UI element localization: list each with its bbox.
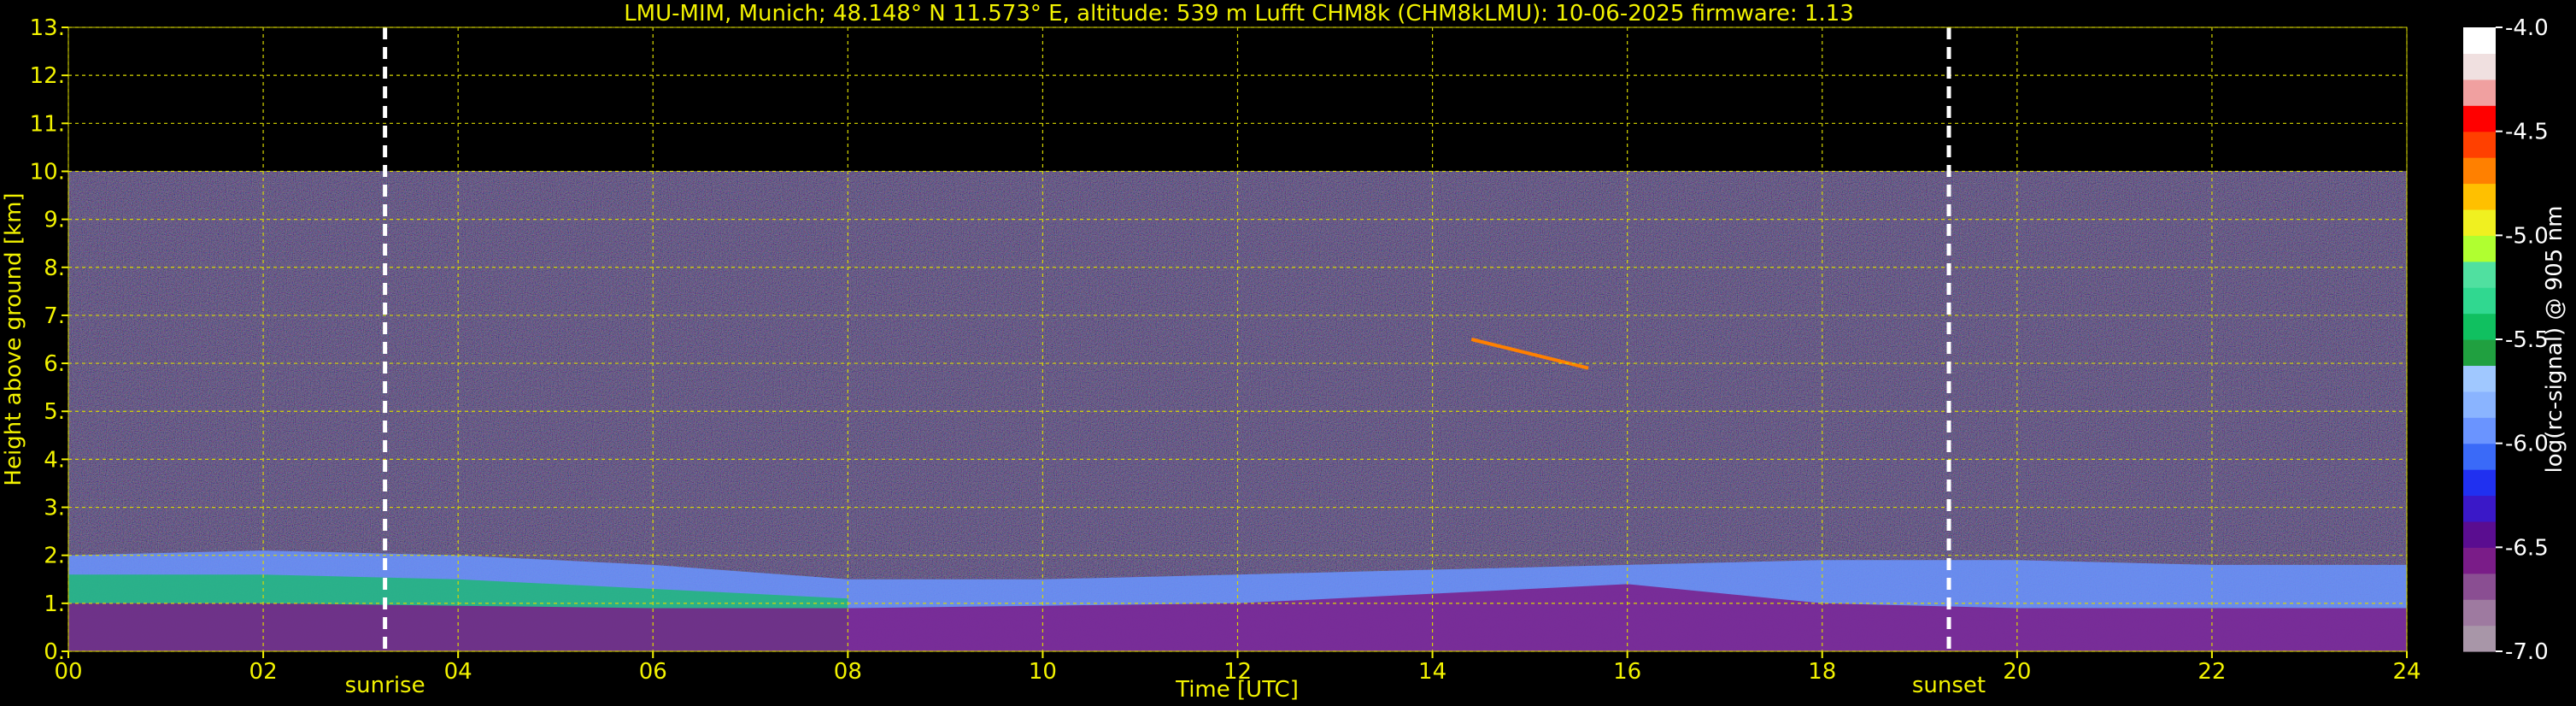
y-tick-label: 9.	[44, 208, 65, 233]
colorbar-segment	[2463, 391, 2496, 418]
x-tick-label: 20	[2003, 659, 2031, 685]
colorbar: -4.0-4.5-5.0-5.5-6.0-6.5-7.0	[2463, 15, 2549, 665]
colorbar-segment	[2463, 157, 2496, 185]
colorbar-segment	[2463, 495, 2496, 522]
y-tick-label: 6.	[44, 351, 65, 377]
colorbar-segment	[2463, 79, 2496, 106]
colorbar-segment	[2463, 27, 2496, 55]
colorbar-segment	[2463, 625, 2496, 652]
y-tick-label: 5.	[44, 399, 65, 425]
y-tick-label: 3.	[44, 496, 65, 521]
colorbar-segment	[2463, 547, 2496, 574]
x-tick-label: 10	[1029, 659, 1057, 685]
colorbar-segment	[2463, 313, 2496, 340]
x-axis-label: Time [UTC]	[1175, 677, 1299, 703]
y-tick-label: 11.	[30, 111, 65, 137]
colorbar-segment	[2463, 183, 2496, 210]
colorbar-segment	[2463, 365, 2496, 392]
colorbar-segment	[2463, 131, 2496, 158]
x-tick-label: 14	[1418, 659, 1446, 685]
y-axis-label: Height above ground [km]	[1, 192, 26, 485]
chart-title: LMU-MIM, Munich; 48.148° N 11.573° E, al…	[624, 1, 1854, 26]
y-tick-label: 13.	[30, 15, 65, 41]
colorbar-label: log(rc-signal) @ 905 nm	[2542, 206, 2567, 474]
ceilometer-chart: LMU-MIM, Munich; 48.148° N 11.573° E, al…	[1, 1, 2567, 703]
y-tick-label: 0.	[44, 639, 65, 665]
colorbar-segment	[2463, 105, 2496, 132]
y-tick-label: 10.	[30, 159, 65, 185]
plot-area: sunrise sunset	[67, 26, 2408, 698]
y-tick-label: 1.	[44, 591, 65, 617]
colorbar-segment	[2463, 339, 2496, 367]
colorbar-tick-label: -4.5	[2505, 120, 2549, 145]
x-tick-label: 24	[2392, 659, 2421, 685]
x-tick-label: 22	[2198, 659, 2226, 685]
colorbar-segment	[2463, 521, 2496, 548]
colorbar-segment	[2463, 53, 2496, 80]
x-tick-label: 18	[1808, 659, 1836, 685]
x-tick-label: 04	[444, 659, 472, 685]
colorbar-tick-label: -4.0	[2505, 15, 2549, 41]
colorbar-segment	[2463, 443, 2496, 470]
x-tick-label: 06	[639, 659, 667, 685]
y-tick-label: 12.	[30, 63, 65, 89]
colorbar-segment	[2463, 261, 2496, 288]
colorbar-tick-label: -7.0	[2505, 639, 2549, 665]
y-tick-label: 8.	[44, 256, 65, 281]
colorbar-segment	[2463, 417, 2496, 444]
y-tick-label: 7.	[44, 303, 65, 329]
sunset-label: sunset	[1912, 673, 1986, 698]
colorbar-segment	[2463, 235, 2496, 262]
y-tick-label: 4.	[44, 447, 65, 473]
colorbar-segment	[2463, 209, 2496, 236]
x-tick-label: 16	[1613, 659, 1641, 685]
y-axis-ticks: 0. 1. 2. 3. 4. 5. 6. 7. 8. 9. 10. 11. 12. 13.	[30, 15, 68, 665]
x-tick-label: 02	[249, 659, 278, 685]
colorbar-tick-label: -6.5	[2505, 535, 2549, 561]
colorbar-segment	[2463, 599, 2496, 627]
colorbar-segment	[2463, 573, 2496, 600]
colorbar-segment	[2463, 469, 2496, 497]
x-tick-label: 08	[834, 659, 862, 685]
y-tick-label: 2.	[44, 544, 65, 569]
colorbar-segment	[2463, 287, 2496, 315]
sunrise-label: sunrise	[345, 673, 425, 698]
